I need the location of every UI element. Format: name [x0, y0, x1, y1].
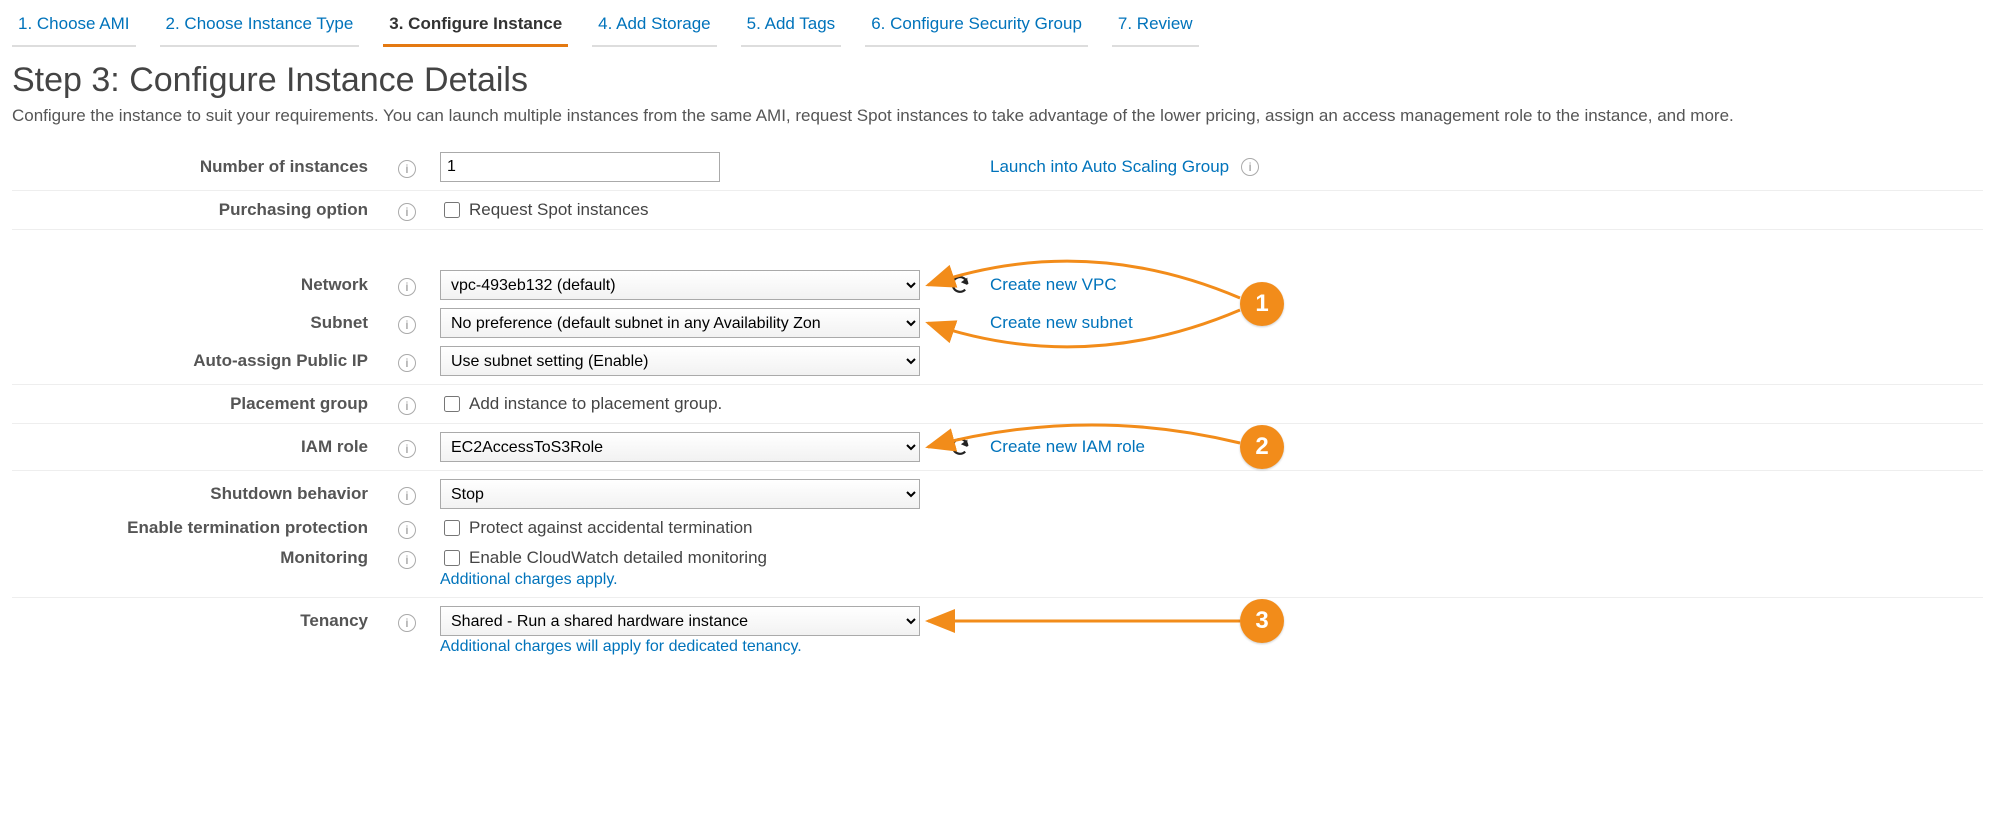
info-icon[interactable]: i — [398, 397, 416, 415]
row-network: Network i vpc-493eb132 (default) Create … — [12, 229, 1983, 308]
wizard-step-2[interactable]: 2. Choose Instance Type — [160, 8, 360, 47]
label-network: Network — [12, 275, 372, 295]
row-tenancy: Tenancy i Shared - Run a shared hardware… — [12, 597, 1983, 664]
label-shutdown-behavior: Shutdown behavior — [12, 484, 372, 504]
annotation-badge-1: 1 — [1240, 282, 1284, 326]
info-icon[interactable]: i — [398, 551, 416, 569]
tenancy-charges-note: Additional charges will apply for dedica… — [440, 638, 802, 655]
row-placement-group: Placement group i Add instance to placem… — [12, 384, 1983, 423]
annotation-badge-3: 3 — [1240, 599, 1284, 643]
label-public-ip: Auto-assign Public IP — [12, 351, 372, 371]
info-icon[interactable]: i — [398, 203, 416, 221]
page-title: Step 3: Configure Instance Details — [12, 61, 1983, 100]
row-termination-protection: Enable termination protection i Protect … — [12, 517, 1983, 547]
wizard-step-7[interactable]: 7. Review — [1112, 8, 1199, 47]
subnet-select[interactable]: No preference (default subnet in any Ava… — [440, 308, 920, 338]
label-subnet: Subnet — [12, 313, 372, 333]
termination-protection-checkbox[interactable] — [444, 520, 460, 536]
info-icon[interactable]: i — [398, 440, 416, 458]
info-icon[interactable]: i — [398, 160, 416, 178]
label-monitoring: Monitoring — [12, 548, 372, 568]
label-iam-role: IAM role — [12, 437, 372, 457]
network-select[interactable]: vpc-493eb132 (default) — [440, 270, 920, 300]
label-placement-group: Placement group — [12, 394, 372, 414]
create-subnet-link[interactable]: Create new subnet — [990, 313, 1133, 333]
monitoring-checkbox[interactable] — [444, 550, 460, 566]
monitoring-charges-link[interactable]: Additional charges apply. — [440, 571, 618, 588]
number-of-instances-input[interactable] — [440, 152, 720, 182]
create-vpc-link[interactable]: Create new VPC — [990, 275, 1117, 295]
wizard-step-4[interactable]: 4. Add Storage — [592, 8, 716, 47]
configure-form: Number of instances i Launch into Auto S… — [12, 144, 1983, 664]
info-icon[interactable]: i — [398, 278, 416, 296]
public-ip-select[interactable]: Use subnet setting (Enable) — [440, 346, 920, 376]
wizard-steps: 1. Choose AMI 2. Choose Instance Type 3.… — [12, 8, 1983, 47]
tenancy-select[interactable]: Shared - Run a shared hardware instance — [440, 606, 920, 636]
row-iam-role: IAM role i EC2AccessToS3Role Create new … — [12, 423, 1983, 470]
label-termination-protection: Enable termination protection — [12, 518, 372, 538]
info-icon[interactable]: i — [1241, 158, 1259, 176]
placement-group-label: Add instance to placement group. — [469, 394, 722, 414]
wizard-step-6[interactable]: 6. Configure Security Group — [865, 8, 1088, 47]
info-icon[interactable]: i — [398, 614, 416, 632]
row-monitoring: Monitoring i Enable CloudWatch detailed … — [12, 547, 1983, 597]
row-purchasing-option: Purchasing option i Request Spot instanc… — [12, 190, 1983, 229]
placement-group-checkbox[interactable] — [444, 396, 460, 412]
info-icon[interactable]: i — [398, 521, 416, 539]
info-icon[interactable]: i — [398, 354, 416, 372]
row-shutdown-behavior: Shutdown behavior i Stop — [12, 470, 1983, 517]
row-public-ip: Auto-assign Public IP i Use subnet setti… — [12, 346, 1983, 384]
shutdown-behavior-select[interactable]: Stop — [440, 479, 920, 509]
refresh-icon[interactable] — [949, 274, 971, 296]
info-icon[interactable]: i — [398, 487, 416, 505]
wizard-step-1[interactable]: 1. Choose AMI — [12, 8, 136, 47]
launch-asg-link[interactable]: Launch into Auto Scaling Group — [990, 157, 1229, 177]
refresh-icon[interactable] — [949, 436, 971, 458]
row-subnet: Subnet i No preference (default subnet i… — [12, 308, 1983, 346]
request-spot-checkbox[interactable] — [444, 202, 460, 218]
annotation-badge-2: 2 — [1240, 425, 1284, 469]
page-description: Configure the instance to suit your requ… — [12, 106, 1983, 126]
iam-role-select[interactable]: EC2AccessToS3Role — [440, 432, 920, 462]
label-purchasing-option: Purchasing option — [12, 200, 372, 220]
row-number-of-instances: Number of instances i Launch into Auto S… — [12, 144, 1983, 190]
label-tenancy: Tenancy — [12, 611, 372, 631]
wizard-step-3[interactable]: 3. Configure Instance — [383, 8, 568, 47]
create-iam-role-link[interactable]: Create new IAM role — [990, 437, 1145, 457]
info-icon[interactable]: i — [398, 316, 416, 334]
monitoring-label: Enable CloudWatch detailed monitoring — [469, 548, 767, 568]
wizard-step-5[interactable]: 5. Add Tags — [741, 8, 842, 47]
request-spot-label: Request Spot instances — [469, 200, 649, 220]
label-number-of-instances: Number of instances — [12, 157, 372, 177]
termination-protection-label: Protect against accidental termination — [469, 518, 753, 538]
